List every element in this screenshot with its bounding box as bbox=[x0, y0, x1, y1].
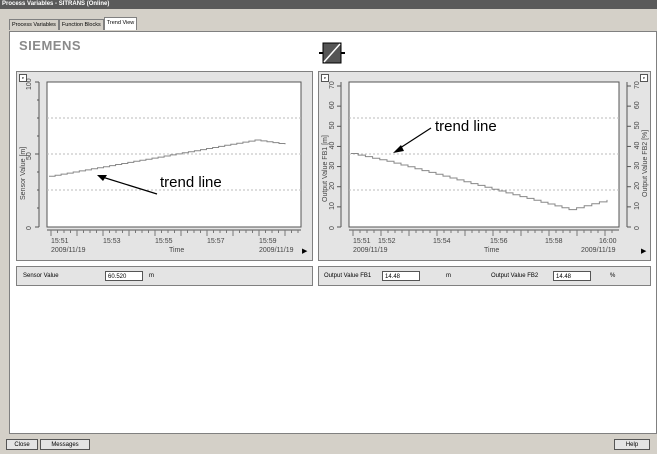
tab-trend-view[interactable]: Trend View bbox=[103, 17, 138, 30]
output-ytick-right: 10 bbox=[634, 202, 641, 210]
sensor-value-strip: Sensor Value 60.520 m bbox=[16, 266, 313, 286]
sensor-xtick-1551: 15:51 bbox=[51, 238, 69, 245]
tab-process-variables[interactable]: Process Variables bbox=[9, 19, 59, 30]
sensor-value-field[interactable]: 60.520 bbox=[105, 271, 143, 281]
output-ytick-left: 0 bbox=[329, 226, 336, 230]
sensor-ytick-100: 100 bbox=[26, 78, 33, 90]
output-xtick-1558: 15:58 bbox=[545, 238, 563, 245]
trend-view-panel: SIEMENS e 100 50 0 Sensor Value [m] 15:5… bbox=[9, 31, 657, 434]
output-ytick-left: 50 bbox=[329, 121, 336, 129]
sensor-xaxis-minor-ticks bbox=[50, 230, 299, 236]
output-xaxis-minor-ticks bbox=[352, 230, 613, 236]
fb1-unit-label: m bbox=[446, 273, 451, 279]
output-trend-chart: e e 0 0 10 10 20 20 30 30 40 40 50 50 60 60 70 70 Outpu… bbox=[318, 71, 651, 261]
output-xtick-1552: 15:52 bbox=[378, 238, 396, 245]
scroll-right-icon[interactable]: ▶ bbox=[641, 248, 649, 256]
tab-function-blocks[interactable]: Function Blocks bbox=[58, 19, 104, 30]
output-xlabel: Time bbox=[484, 247, 499, 254]
output-ytick-right: 0 bbox=[634, 226, 641, 230]
output-ytick-right: 50 bbox=[634, 121, 641, 129]
sensor-xtick-1555: 15:55 bbox=[155, 238, 173, 245]
output-trend-annotation: trend line bbox=[435, 118, 497, 135]
close-button[interactable]: Close bbox=[6, 439, 38, 450]
sensor-xlabel: Time bbox=[169, 247, 184, 254]
output-ytick-left: 30 bbox=[329, 162, 336, 170]
fb1-value-label: Output Value FB1 bbox=[324, 273, 372, 279]
window-title: Process Variables - SITRANS (Online) bbox=[0, 0, 657, 9]
output-ytick-left: 10 bbox=[329, 202, 336, 210]
output-ytick-right: 40 bbox=[634, 142, 641, 150]
sensor-yaxis-ticks bbox=[35, 81, 39, 228]
sensor-trend-chart: e 100 50 0 Sensor Value [m] 15:51 15:53 … bbox=[16, 71, 313, 261]
messages-button[interactable]: Messages bbox=[40, 439, 90, 450]
fb2-value-label: Output Value FB2 bbox=[491, 273, 539, 279]
output-xtick-1551: 15:51 bbox=[353, 238, 371, 245]
output-ytick-left: 60 bbox=[329, 101, 336, 109]
output-xtick-1554: 15:54 bbox=[433, 238, 451, 245]
help-button[interactable]: Help bbox=[614, 439, 650, 450]
output-xtick-1556: 15:56 bbox=[490, 238, 508, 245]
tab-strip: Process Variables Function Blocks Trend … bbox=[9, 17, 138, 31]
output-chart-canvas: 0 0 10 10 20 20 30 30 40 40 50 50 60 60 70 70 Output Va… bbox=[322, 81, 649, 254]
sensor-date-right: 2009/11/19 bbox=[259, 247, 294, 254]
sensor-ytick-0: 0 bbox=[26, 226, 33, 230]
output-ytick-left: 20 bbox=[329, 182, 336, 190]
bottom-toolbar: Close Messages Help bbox=[0, 437, 657, 454]
fb2-value-field[interactable]: 14.48 bbox=[553, 271, 591, 281]
sensor-xtick-1553: 15:53 bbox=[103, 238, 121, 245]
output-ytick-right: 70 bbox=[634, 81, 641, 89]
sensor-ylabel: Sensor Value [m] bbox=[20, 147, 27, 200]
output-ylabel-right: Output Value FB2 [%] bbox=[642, 130, 649, 197]
output-value-strip: Output Value FB1 14.48 m Output Value FB… bbox=[318, 266, 651, 286]
scroll-right-icon[interactable]: ▶ bbox=[302, 248, 310, 256]
device-block-icon bbox=[318, 39, 346, 67]
sensor-trend-annotation: trend line bbox=[160, 174, 222, 191]
output-xtick-1600: 16:00 bbox=[599, 238, 617, 245]
sensor-date-left: 2009/11/19 bbox=[51, 247, 86, 254]
output-ytick-right: 20 bbox=[634, 182, 641, 190]
sensor-ytick-50: 50 bbox=[26, 152, 33, 160]
output-date-left: 2009/11/19 bbox=[353, 247, 388, 254]
sensor-xtick-1559: 15:59 bbox=[259, 238, 277, 245]
output-ytick-left: 70 bbox=[329, 81, 336, 89]
siemens-logo: SIEMENS bbox=[19, 38, 82, 53]
fb1-value-field[interactable]: 14.48 bbox=[382, 271, 420, 281]
output-ytick-right: 60 bbox=[634, 101, 641, 109]
sensor-unit-label: m bbox=[149, 273, 154, 279]
sensor-xtick-1557: 15:57 bbox=[207, 238, 225, 245]
sensor-value-label: Sensor Value bbox=[23, 273, 59, 279]
output-ytick-left: 40 bbox=[329, 142, 336, 150]
fb2-unit-label: % bbox=[610, 273, 616, 279]
output-date-right: 2009/11/19 bbox=[581, 247, 616, 254]
sensor-chart-canvas: 100 50 0 Sensor Value [m] 15:51 15:53 15… bbox=[20, 78, 302, 254]
output-ylabel-left: Output Value FB1 [m] bbox=[322, 135, 329, 202]
output-ytick-right: 30 bbox=[634, 162, 641, 170]
